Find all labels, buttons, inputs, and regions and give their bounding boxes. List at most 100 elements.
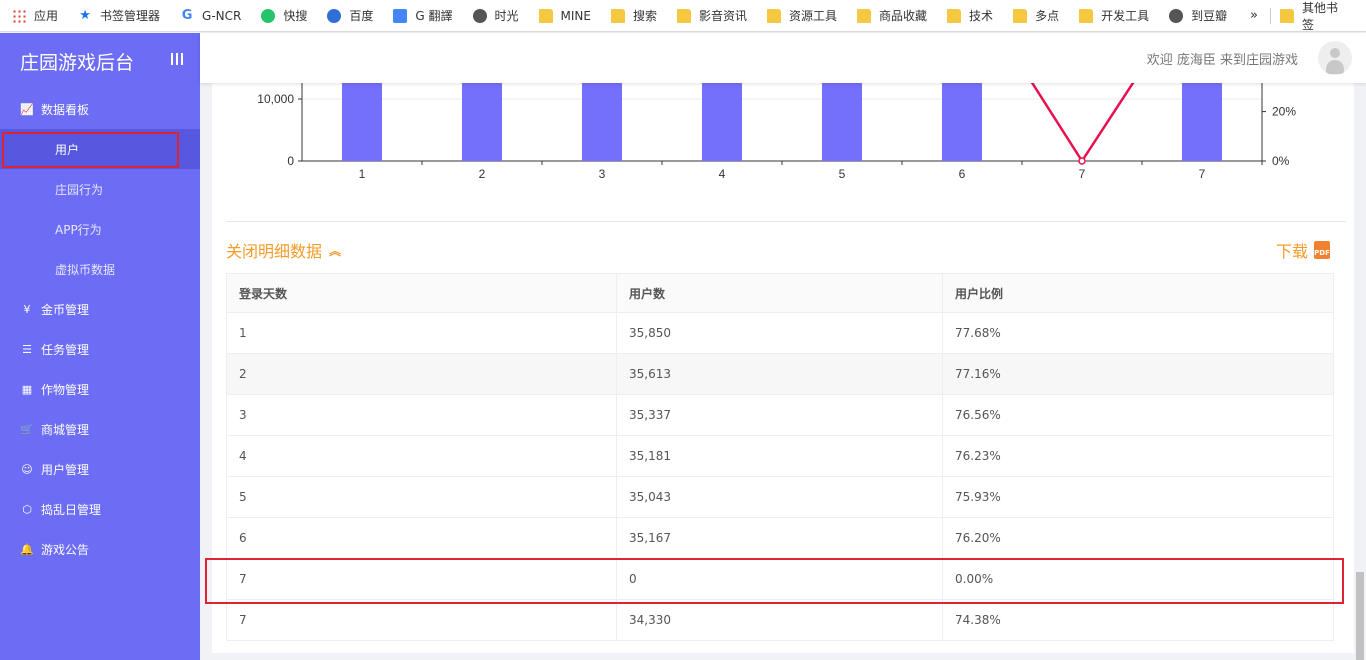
download-button[interactable]: 下载 PDF — [1276, 238, 1330, 262]
toggle-detail-button[interactable]: 关闭明细数据 ︾ — [226, 238, 341, 262]
coin-icon: ¥ — [23, 302, 31, 316]
bookmark-label: 应用 — [34, 9, 59, 23]
sidebar-menu-item[interactable]: ⬡ 捣乱日管理 — [0, 489, 200, 529]
folder-icon — [857, 8, 872, 23]
table-cell: 35,850 — [616, 312, 943, 354]
sidebar-menu-item[interactable]: ☺ 用户管理 — [0, 449, 200, 489]
crop-grid-icon: ▦ — [21, 382, 33, 396]
sidebar-collapse-icon[interactable] — [171, 53, 183, 65]
ratio-point — [1078, 157, 1086, 165]
download-label: 下载 — [1275, 242, 1308, 261]
sidebar-menu-item[interactable]: ☰ 任务管理 — [0, 329, 200, 369]
x-axis-tick-label: 7 — [1199, 167, 1206, 181]
x-axis-tick-label: 5 — [839, 167, 846, 181]
bookmark-item[interactable]: G G-NCR — [180, 7, 242, 23]
bookmark-label: 快搜 — [283, 9, 308, 23]
folder-icon — [538, 8, 553, 23]
sidebar-menu-label: 用户管理 — [41, 462, 90, 477]
sidebar-menu-label: 作物管理 — [41, 382, 90, 397]
sidebar-subitem[interactable]: 虚拟币数据 — [0, 249, 200, 289]
bar — [342, 83, 382, 161]
folder-icon — [947, 8, 962, 23]
bookmark-item[interactable]: 搜索 — [610, 7, 657, 24]
sidebar-menu-item[interactable]: 📈 数据看板 — [0, 89, 200, 129]
apps-grid-icon — [12, 8, 26, 23]
sidebar-menu-item[interactable]: ¥ 金币管理 — [0, 289, 200, 329]
bar — [942, 83, 982, 161]
bookmark-item[interactable]: 百度 — [327, 7, 373, 24]
y-axis-right-tick-label: 20% — [1272, 105, 1296, 119]
bookmark-item[interactable]: 多点 — [1013, 7, 1059, 24]
table-cell: 76.56% — [942, 394, 1334, 436]
table-cell: 35,337 — [616, 394, 943, 436]
google-icon: G — [181, 7, 193, 23]
folder-icon — [767, 8, 782, 23]
bar — [582, 83, 622, 161]
sidebar-subitem[interactable]: 庄园行为 — [0, 169, 200, 209]
bookmark-item[interactable]: G 翻譯 — [393, 7, 453, 24]
bookmark-item[interactable]: 资源工具 — [767, 7, 837, 24]
sidebar-menu-item[interactable]: 🔔 游戏公告 — [0, 529, 200, 569]
bookmark-label: 资源工具 — [789, 9, 838, 23]
cube-icon: ⬡ — [22, 502, 32, 516]
table-row: 7 34,330 74.38% — [226, 599, 1334, 641]
globe-icon — [1169, 8, 1184, 23]
line-chart-icon: 📈 — [20, 102, 34, 116]
folder-icon — [1280, 9, 1294, 23]
star-icon: ★ — [79, 7, 91, 23]
y-axis-left-tick-label: 0 — [287, 154, 294, 168]
y-axis-right-tick-label: 0% — [1272, 154, 1290, 168]
folder-icon — [677, 8, 691, 23]
bookmark-label: 开发工具 — [1101, 9, 1150, 23]
user-circle-icon: ☺ — [21, 462, 33, 476]
sidebar-subitem[interactable]: APP行为 — [0, 209, 200, 249]
sidebar-menu-item[interactable]: ▦ 作物管理 — [0, 369, 200, 409]
table-cell: 35,167 — [616, 517, 943, 559]
bookmark-item[interactable]: 影音资讯 — [677, 7, 747, 24]
sidebar-menu-label: 任务管理 — [41, 342, 90, 357]
bookmark-item[interactable]: 技术 — [947, 7, 993, 24]
cart-icon: 🛒 — [20, 422, 34, 436]
table-cell: 2 — [226, 353, 617, 395]
table-cell: 34,330 — [616, 599, 943, 641]
table-cell: 35,043 — [616, 476, 943, 518]
bar — [822, 83, 862, 161]
welcome-text: 欢迎 庞海臣 来到庄园游戏 — [1146, 52, 1298, 68]
bookmark-label: MINE — [560, 8, 591, 23]
bookmark-other-folder[interactable]: 其他书签 — [1280, 0, 1346, 32]
folder-icon — [610, 8, 625, 23]
bookmark-item[interactable]: 快搜 — [261, 7, 307, 24]
bookmark-label: 时光 — [494, 9, 519, 23]
bar — [1182, 83, 1222, 161]
bookmark-item[interactable]: 商品收藏 — [857, 7, 927, 24]
bookmark-label: 技术 — [969, 9, 994, 23]
table-row: 3 35,337 76.56% — [226, 394, 1334, 436]
bookmark-item[interactable]: 开发工具 — [1079, 7, 1149, 24]
table-cell: 74.38% — [942, 599, 1334, 641]
table-row: 2 35,613 77.16% — [226, 353, 1334, 395]
bookmark-label: G 翻譯 — [415, 9, 453, 23]
app-title: 庄园游戏后台 — [20, 51, 135, 74]
page-scrollbar[interactable] — [1356, 572, 1364, 660]
column-header-user-count[interactable]: 用户数 — [616, 273, 943, 313]
bookmarks-more-button[interactable]: » — [1250, 8, 1258, 23]
kuaisou-icon — [261, 8, 276, 23]
bookmark-item[interactable]: ★ 书签管理器 — [78, 7, 160, 24]
bookmark-item[interactable]: 时光 — [472, 7, 519, 24]
bookmark-item[interactable]: MINE — [538, 8, 591, 23]
sidebar-menu-label: 商城管理 — [41, 422, 90, 437]
bookmark-label: 商品收藏 — [879, 9, 928, 23]
sidebar-menu-label: 数据看板 — [41, 102, 90, 117]
bar — [702, 83, 742, 161]
table-cell: 4 — [226, 435, 617, 477]
bookmark-item[interactable]: 到豆瓣 — [1169, 7, 1227, 24]
bookmark-item[interactable]: 应用 — [12, 7, 58, 24]
bookmarks-separator — [1270, 8, 1271, 24]
column-header-user-ratio[interactable]: 用户比例 — [942, 273, 1334, 313]
sidebar-menu-item[interactable]: 🛒 商城管理 — [0, 409, 200, 449]
column-header-login-days[interactable]: 登录天数 — [226, 273, 617, 313]
table-cell: 35,181 — [616, 435, 943, 477]
avatar[interactable] — [1318, 41, 1352, 75]
bookmark-label: 其他书签 — [1302, 1, 1339, 32]
folder-icon — [1013, 8, 1028, 23]
